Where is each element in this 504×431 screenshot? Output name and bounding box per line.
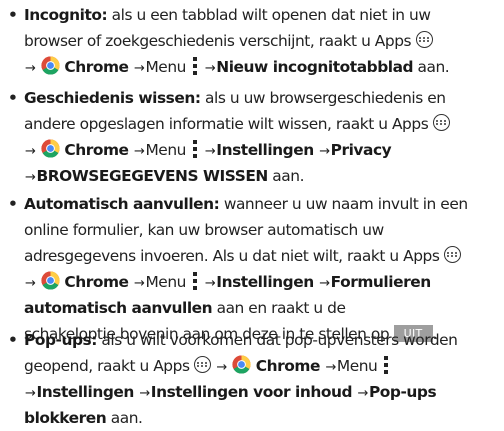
menu-dots-icon: [384, 355, 389, 374]
menu-label: Menu: [145, 141, 186, 159]
menu-option: Privacy: [330, 141, 392, 159]
body-text: adresgegevens invoeren. Als u dat niet w…: [24, 247, 440, 265]
body-text: andere opgeslagen informatie wilt wissen…: [24, 115, 429, 133]
menu-option: blokkeren: [24, 409, 107, 427]
menu-option: Nieuw incognitotabblad: [216, 58, 414, 76]
menu-dots-icon: [192, 139, 197, 158]
chrome-icon: [41, 271, 60, 290]
menu-option: Instellingen: [36, 383, 134, 401]
menu-option: BROWSEGEGEVENS WISSEN: [36, 167, 268, 185]
body-text: online formulier, kan uw browser automat…: [24, 221, 384, 239]
chrome-icon: [41, 56, 60, 75]
body-text: wanneer u uw naam invult in een: [219, 195, 468, 213]
menu-option: Instellingen: [216, 273, 314, 291]
menu-dots-icon: [192, 271, 197, 290]
bullet: •: [8, 6, 18, 24]
body-text: als u een tabblad wilt openen dat niet i…: [107, 6, 431, 24]
body-text: aan en raakt u de: [212, 299, 346, 317]
menu-option: Formulieren: [330, 273, 432, 291]
section-autofill: • Automatisch aanvullen: wanneer u uw naa…: [8, 191, 502, 347]
bullet: •: [8, 89, 18, 107]
menu-label: Menu: [145, 273, 186, 291]
section-incognito: • Incognito: als u een tabblad wilt opene…: [8, 2, 502, 80]
body-text: aan.: [413, 58, 450, 76]
section-popups: • Pop-ups: als u wilt voorkomen dat pop-u…: [8, 327, 502, 431]
app-name: Chrome: [64, 58, 129, 76]
section-heading: Pop-ups:: [24, 331, 97, 349]
apps-icon: [443, 246, 461, 263]
body-text: als u wilt voorkomen dat pop-upvensters …: [96, 331, 458, 349]
menu-label: Menu: [145, 58, 186, 76]
section-heading: Geschiedenis wissen:: [24, 89, 201, 107]
app-name: Chrome: [64, 273, 129, 291]
document-page: • Incognito: als u een tabblad wilt opene…: [0, 0, 504, 431]
menu-option: automatisch aanvullen: [24, 299, 213, 317]
app-name: Chrome: [255, 357, 321, 375]
menu-dots-icon: [192, 56, 197, 75]
body-text: geopend, raakt u Apps: [24, 357, 190, 375]
menu-option: Instellingen: [216, 141, 314, 159]
body-text: browser of zoekgeschiedenis verschijnt, …: [24, 32, 412, 50]
menu-option: Instellingen voor inhoud: [150, 383, 353, 401]
section-heading: Automatisch aanvullen:: [24, 195, 220, 213]
menu-label: Menu: [336, 357, 378, 375]
chrome-icon: [41, 139, 60, 158]
apps-icon: [432, 114, 450, 131]
bullet: •: [8, 195, 18, 213]
body-text: aan.: [106, 409, 143, 427]
chrome-icon: [232, 355, 251, 374]
apps-icon: [415, 31, 433, 48]
section-heading: Incognito:: [24, 6, 108, 24]
body-text: aan.: [267, 167, 305, 185]
apps-icon: [193, 356, 211, 373]
section-clear-history: • Geschiedenis wissen: als u uw browserge…: [8, 85, 502, 189]
bullet: •: [8, 331, 18, 349]
menu-option: Pop-ups: [368, 383, 437, 401]
body-text: als u uw browsergeschiedenis en: [200, 89, 446, 107]
app-name: Chrome: [64, 141, 129, 159]
